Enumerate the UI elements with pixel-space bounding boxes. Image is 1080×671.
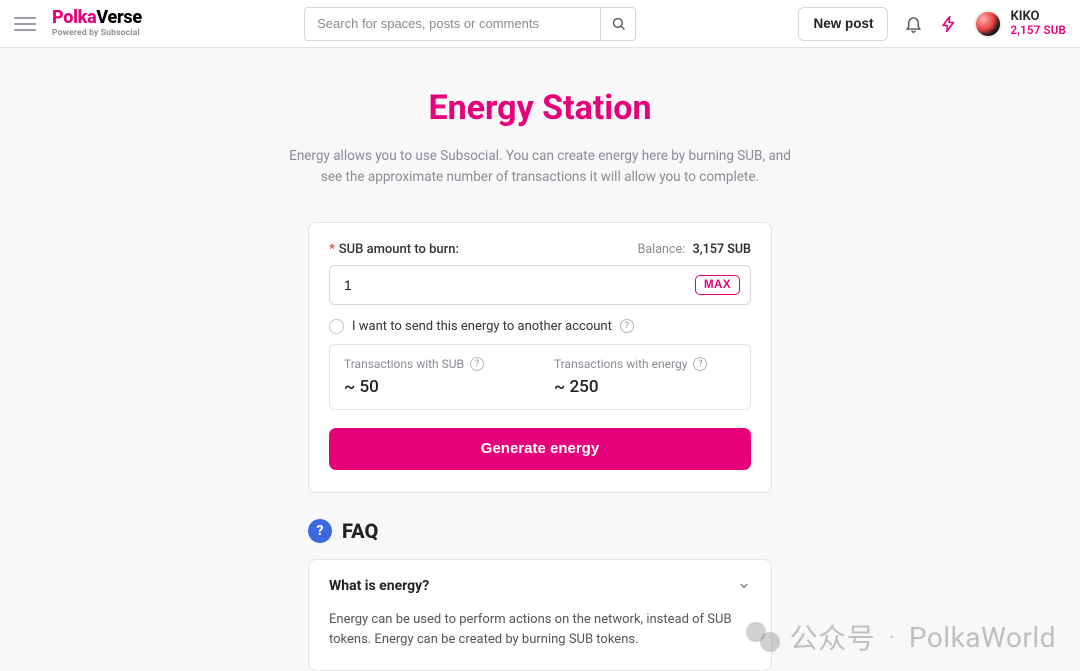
logo[interactable]: PolkaVerse Powered by Subsocial xyxy=(52,9,142,38)
search-button[interactable] xyxy=(600,7,636,41)
radio-icon[interactable] xyxy=(329,319,344,334)
notifications-button[interactable] xyxy=(902,13,924,35)
lightning-icon xyxy=(940,15,958,33)
hamburger-icon[interactable] xyxy=(14,13,36,35)
generate-button[interactable]: Generate energy xyxy=(329,428,751,470)
new-post-button[interactable]: New post xyxy=(798,7,888,41)
help-icon[interactable]: ? xyxy=(470,357,484,371)
send-other-row[interactable]: I want to send this energy to another ac… xyxy=(329,319,751,334)
faq-item: What is energy? Energy can be used to pe… xyxy=(308,559,772,671)
faq-heading: ? FAQ xyxy=(308,519,772,543)
stat-sub-value: ~ 50 xyxy=(344,377,526,397)
user-menu[interactable]: KIKO 2,157 SUB xyxy=(974,10,1066,38)
page-description: Energy allows you to use Subsocial. You … xyxy=(289,146,791,188)
faq-title: FAQ xyxy=(342,519,378,543)
help-icon[interactable]: ? xyxy=(693,357,707,371)
stat-energy: Transactions with energy ? ~ 250 xyxy=(540,345,750,409)
max-button[interactable]: MAX xyxy=(695,275,740,295)
stats-box: Transactions with SUB ? ~ 50 Transaction… xyxy=(329,344,751,410)
send-other-label: I want to send this energy to another ac… xyxy=(352,319,612,334)
energy-button[interactable] xyxy=(938,13,960,35)
amount-input[interactable] xyxy=(342,276,695,294)
user-balance: 2,157 SUB xyxy=(1010,24,1066,37)
question-icon: ? xyxy=(308,519,332,543)
faq-question-row[interactable]: What is energy? xyxy=(329,578,751,594)
search-input[interactable] xyxy=(304,7,600,41)
logo-text-right: Verse xyxy=(96,9,141,27)
faq-question: What is energy? xyxy=(329,578,429,594)
amount-label: *SUB amount to burn: xyxy=(329,242,459,257)
balance-display: Balance: 3,157 SUB xyxy=(638,241,751,257)
bell-icon xyxy=(904,14,923,33)
faq-answer: Energy can be used to perform actions on… xyxy=(329,610,751,650)
new-post-label: New post xyxy=(813,16,873,31)
stat-sub: Transactions with SUB ? ~ 50 xyxy=(330,345,540,409)
user-name: KIKO xyxy=(1010,10,1066,24)
stat-energy-value: ~ 250 xyxy=(554,377,736,397)
search-box xyxy=(304,7,636,41)
logo-subtext: Powered by Subsocial xyxy=(52,29,142,38)
amount-input-row: MAX xyxy=(329,265,751,305)
page-title: Energy Station xyxy=(428,88,651,128)
chevron-down-icon xyxy=(737,579,751,593)
energy-card: *SUB amount to burn: Balance: 3,157 SUB … xyxy=(308,222,772,493)
app-header: PolkaVerse Powered by Subsocial New post xyxy=(0,0,1080,48)
main-content: Energy Station Energy allows you to use … xyxy=(0,48,1080,671)
avatar xyxy=(974,10,1002,38)
logo-text-left: Polka xyxy=(52,9,96,27)
help-icon[interactable]: ? xyxy=(620,319,634,333)
search-icon xyxy=(611,16,626,31)
